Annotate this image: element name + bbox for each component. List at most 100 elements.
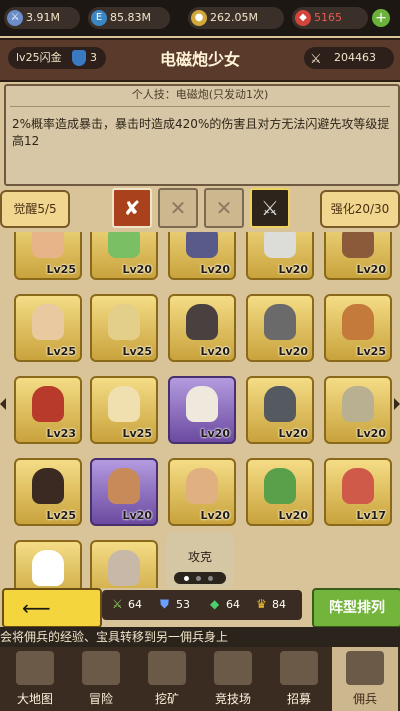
- close-icon: ✕: [215, 196, 233, 220]
- mercenary-card[interactable]: Lv20: [90, 232, 158, 280]
- nav-label: 挖矿: [154, 692, 179, 706]
- nav-label: 大地图: [16, 692, 53, 706]
- arrow-left-icon: ⟵: [22, 596, 51, 620]
- mercenary-card[interactable]: Lv20: [168, 232, 236, 280]
- mercenary-card[interactable]: [14, 540, 82, 588]
- power-value: 204463: [334, 51, 376, 64]
- mercenary-card[interactable]: Lv25: [14, 458, 82, 526]
- crown-count-icon: ♛: [256, 597, 267, 611]
- level-label: Lv20: [122, 509, 153, 522]
- level-label: Lv20: [356, 427, 387, 440]
- nav-item-map[interactable]: 大地图: [2, 647, 68, 711]
- formation-button[interactable]: 阵型排列: [312, 588, 400, 628]
- enhance-button[interactable]: 强化20/30: [320, 190, 400, 228]
- level-label: Lv20: [200, 263, 231, 276]
- mercenary-card[interactable]: Lv20: [246, 294, 314, 362]
- nav-item-recruit[interactable]: 招募: [266, 647, 332, 711]
- nav-label: 冒险: [88, 692, 113, 706]
- mercenary-card[interactable]: Lv20: [324, 376, 392, 444]
- level-label: Lv20: [278, 263, 309, 276]
- nav-item-mercenary[interactable]: 佣兵: [332, 647, 398, 711]
- mercenary-portrait: [342, 468, 374, 504]
- sword-icon: ⚔: [7, 10, 23, 26]
- mercenary-icon: [346, 651, 384, 685]
- count-value: 53: [176, 598, 190, 611]
- mercenary-portrait: [108, 304, 140, 340]
- pickaxe-icon: [148, 651, 186, 685]
- mercenary-card[interactable]: Lv25: [90, 376, 158, 444]
- back-button[interactable]: ⟵: [2, 588, 102, 628]
- mercenary-card[interactable]: Lv25: [14, 232, 82, 280]
- level-label: Lv25: [356, 345, 387, 358]
- nav-item-pickaxe[interactable]: 挖矿: [134, 647, 200, 711]
- equipment-slot[interactable]: ⚔: [250, 188, 290, 228]
- add-ruby-button[interactable]: +: [372, 9, 390, 27]
- level-label: Lv20: [356, 263, 387, 276]
- level-label: Lv23: [46, 427, 77, 440]
- mercenary-portrait: [186, 386, 218, 422]
- mercenary-card[interactable]: Lv25: [90, 294, 158, 362]
- page-indicator: [174, 572, 226, 584]
- empty-slot[interactable]: ✕: [158, 188, 198, 228]
- recruit-icon: [280, 651, 318, 685]
- mercenary-portrait: [186, 468, 218, 504]
- rank-label: lv25闪金: [16, 51, 62, 64]
- page-title: 电磁炮少女: [159, 50, 240, 69]
- level-label: Lv20: [200, 427, 231, 440]
- level-label: Lv20: [200, 509, 231, 522]
- divider: [10, 106, 390, 107]
- scroll-right-arrow[interactable]: [394, 398, 400, 410]
- level-label: Lv25: [46, 345, 77, 358]
- mercenary-card[interactable]: Lv20: [246, 376, 314, 444]
- shield-count: 3: [90, 51, 97, 64]
- mercenary-portrait: [108, 232, 140, 258]
- tab-label: 攻克: [187, 550, 212, 564]
- mercenary-portrait: [108, 468, 140, 504]
- nav-label: 竞技场: [214, 692, 251, 706]
- swords-icon: [214, 651, 252, 685]
- mercenary-card[interactable]: Lv20: [246, 458, 314, 526]
- mercenary-card[interactable]: Lv20: [324, 232, 392, 280]
- level-label: Lv20: [278, 509, 309, 522]
- mercenary-card[interactable]: Lv20: [246, 232, 314, 280]
- level-label: Lv25: [46, 263, 77, 276]
- mercenary-card[interactable]: Lv25: [14, 294, 82, 362]
- level-label: Lv20: [122, 263, 153, 276]
- shield-icon: [72, 50, 86, 66]
- power-badge: ⚔ 204463: [304, 47, 394, 69]
- mercenary-card[interactable]: Lv23: [14, 376, 82, 444]
- ruby-icon: ◆: [295, 10, 311, 26]
- mercenary-card[interactable]: Lv20: [168, 294, 236, 362]
- nav-label: 招募: [286, 692, 311, 706]
- adventure-icon: [82, 651, 120, 685]
- mercenary-card[interactable]: Lv20: [168, 376, 236, 444]
- level-label: Lv20: [278, 427, 309, 440]
- empty-slot[interactable]: ✕: [204, 188, 244, 228]
- resource-value: 5165: [314, 11, 342, 24]
- mercenary-portrait: [342, 232, 374, 258]
- level-label: Lv20: [278, 345, 309, 358]
- mercenary-portrait: [32, 550, 64, 586]
- tab-conquer[interactable]: 攻克: [166, 532, 234, 588]
- equipment-slot-selected[interactable]: ✘: [112, 188, 152, 228]
- scroll-left-arrow[interactable]: [0, 398, 6, 410]
- mercenary-portrait: [342, 386, 374, 422]
- count-value: 84: [272, 598, 286, 611]
- mercenary-portrait: [108, 386, 140, 422]
- map-icon: [16, 651, 54, 685]
- nav-item-swords[interactable]: 竞技场: [200, 647, 266, 711]
- resource-value: 262.05M: [210, 11, 258, 24]
- sword-icon: ⚔: [310, 52, 322, 67]
- resource-value: 85.83M: [110, 11, 151, 24]
- level-label: Lv20: [200, 345, 231, 358]
- mercenary-card[interactable]: Lv25: [324, 294, 392, 362]
- skill-heading: 个人技：电磁炮(只发动1次): [131, 88, 269, 101]
- nav-item-adventure[interactable]: 冒险: [68, 647, 134, 711]
- sword-icon: ⚔: [261, 196, 279, 220]
- mercenary-card[interactable]: Lv20: [90, 458, 158, 526]
- mercenary-card[interactable]: Lv17: [324, 458, 392, 526]
- nav-label: 佣兵: [352, 692, 377, 706]
- mercenary-card[interactable]: Lv20: [168, 458, 236, 526]
- mercenary-card[interactable]: [90, 540, 158, 588]
- awaken-button[interactable]: 觉醒5/5: [0, 190, 70, 228]
